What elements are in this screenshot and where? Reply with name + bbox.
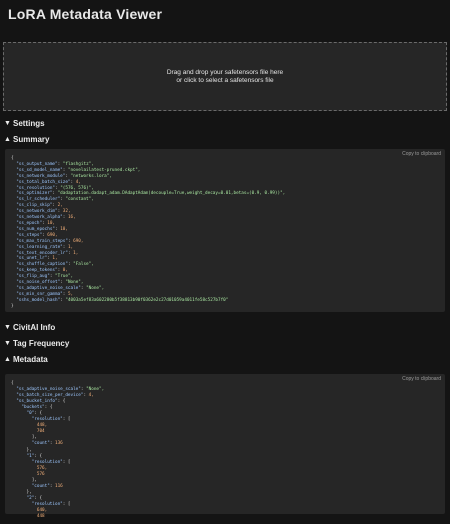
app-header: LoRA Metadata Viewer	[0, 0, 450, 36]
metadata-panel: Copy to clipboard { "ss_adaptive_noise_s…	[5, 374, 445, 519]
caret-down-icon: ▼	[4, 324, 11, 331]
tag-frequency-toggle[interactable]: ▼ Tag Frequency	[0, 336, 450, 352]
section-label-civitai: CivitAI Info	[13, 323, 56, 332]
settings-toggle[interactable]: ▼ Settings	[0, 116, 450, 132]
copy-to-clipboard-button[interactable]: Copy to clipboard	[402, 151, 441, 157]
section-label-settings: Settings	[13, 119, 45, 128]
copy-to-clipboard-button[interactable]: Copy to clipboard	[402, 376, 441, 382]
dropzone-instruction-alt: or click to select a safetensors file	[176, 76, 274, 84]
page-title: LoRA Metadata Viewer	[8, 6, 163, 22]
caret-up-icon: ▲	[4, 136, 11, 143]
metadata-toggle[interactable]: ▲ Metadata	[0, 352, 450, 368]
summary-panel: Copy to clipboard { "ss_output_name": "f…	[5, 149, 445, 312]
section-label-tag-frequency: Tag Frequency	[13, 339, 70, 348]
section-label-metadata: Metadata	[13, 355, 48, 364]
dropzone-instruction: Drag and drop your safetensors file here	[166, 68, 284, 76]
summary-json: { "ss_output_name": "flashgitz", "ss_sd_…	[11, 156, 286, 309]
caret-up-icon: ▲	[4, 356, 11, 363]
section-label-summary: Summary	[13, 135, 50, 144]
metadata-json: { "ss_adaptive_noise_scale": "None", "ss…	[11, 381, 105, 520]
caret-down-icon: ▼	[4, 120, 11, 127]
civitai-toggle[interactable]: ▼ CivitAI Info	[0, 320, 450, 336]
caret-down-icon: ▼	[4, 340, 11, 347]
summary-toggle[interactable]: ▲ Summary	[0, 132, 450, 148]
file-dropzone[interactable]: Drag and drop your safetensors file here…	[3, 42, 447, 111]
